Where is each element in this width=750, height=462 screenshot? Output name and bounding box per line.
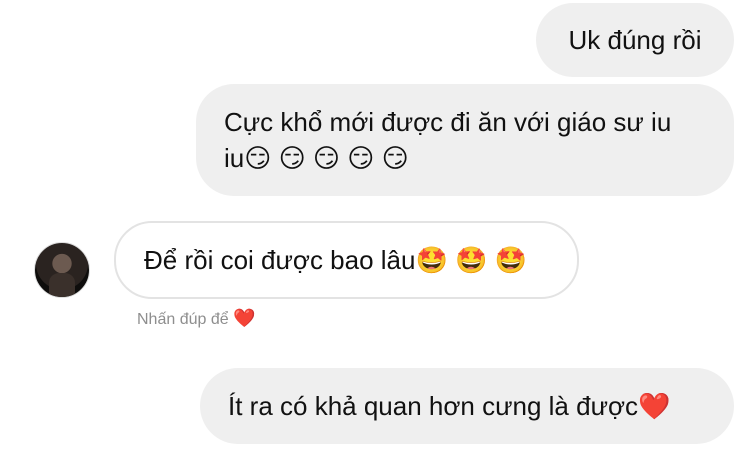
- sent-message[interactable]: Uk đúng rồi: [536, 3, 734, 77]
- message-text: Uk đúng rồi: [568, 25, 702, 55]
- double-tap-hint: Nhấn đúp để ❤️: [137, 308, 256, 328]
- message-text-line2: iu😏 😏 😏 😏 😏: [224, 143, 409, 173]
- message-text: Cực khổ mới được đi ăn với giáo sư iu: [224, 107, 672, 137]
- received-message[interactable]: Để rồi coi được bao lâu 🤩 🤩 🤩: [114, 221, 579, 299]
- avatar[interactable]: [34, 242, 90, 298]
- heart-emoji-icon: ❤️: [638, 391, 671, 421]
- message-text: Ít ra có khả quan hơn cưng là được: [228, 391, 639, 421]
- sent-message[interactable]: Ít ra có khả quan hơn cưng là được ❤️: [200, 368, 734, 444]
- star-struck-emoji-icon: 🤩 🤩 🤩: [415, 245, 528, 275]
- sent-message[interactable]: Cực khổ mới được đi ăn với giáo sư iu iu…: [196, 84, 734, 196]
- heart-icon[interactable]: ❤️: [233, 308, 255, 328]
- message-text: Để rồi coi được bao lâu: [144, 245, 416, 275]
- smirk-emoji-icon: 😏 😏 😏 😏 😏: [244, 143, 409, 173]
